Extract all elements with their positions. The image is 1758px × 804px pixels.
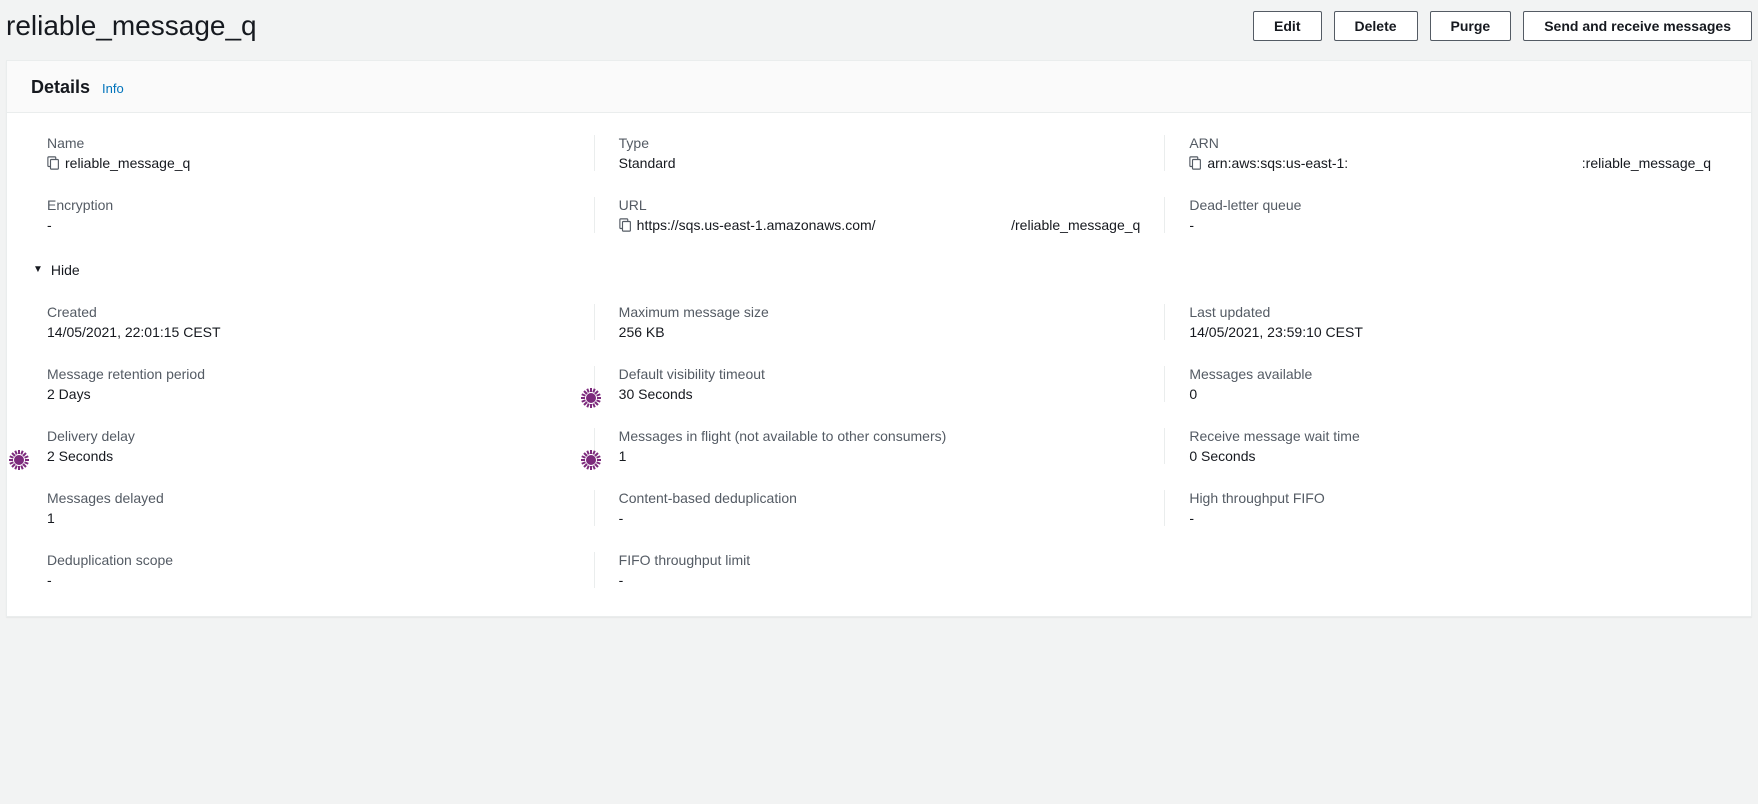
field-label: Messages delayed: [47, 490, 570, 506]
field-label: Message retention period: [47, 366, 570, 382]
purge-button[interactable]: Purge: [1430, 11, 1512, 41]
toggle-row: ▼ Hide: [23, 259, 1735, 278]
hide-toggle[interactable]: ▼ Hide: [33, 262, 80, 278]
field-label: Deduplication scope: [47, 552, 570, 568]
field-in-flight: Messages in flight (not available to oth…: [594, 428, 1165, 464]
field-encryption: Encryption -: [23, 197, 594, 233]
field-value: -: [47, 217, 570, 233]
field-visibility-timeout: Default visibility timeout 30 Seconds: [594, 366, 1165, 402]
field-name: Name reliable_message_q: [23, 135, 594, 171]
field-fifo-limit: FIFO throughput limit -: [594, 552, 1165, 588]
field-value: https://sqs.us-east-1.amazonaws.com/ /re…: [619, 217, 1141, 233]
field-label: Name: [47, 135, 570, 151]
page-title: reliable_message_q: [6, 10, 257, 42]
details-panel: Details Info Name reliable_message_q Typ…: [6, 60, 1752, 617]
field-label: URL: [619, 197, 1141, 213]
field-label: Encryption: [47, 197, 570, 213]
details-panel-header: Details Info: [7, 61, 1751, 113]
edit-button[interactable]: Edit: [1253, 11, 1321, 41]
toggle-label: Hide: [51, 262, 80, 278]
field-arn: ARN arn:aws:sqs:us-east-1: :reliable_mes…: [1164, 135, 1735, 171]
field-value: 14/05/2021, 23:59:10 CEST: [1189, 324, 1711, 340]
copy-icon[interactable]: [619, 218, 633, 232]
highlight-badge-icon: [581, 388, 601, 408]
highlight-badge-icon: [9, 450, 29, 470]
field-label: Default visibility timeout: [619, 366, 1141, 382]
field-value: 2 Days: [47, 386, 570, 402]
field-label: Messages available: [1189, 366, 1711, 382]
field-url: URL https://sqs.us-east-1.amazonaws.com/…: [594, 197, 1165, 233]
value-text: reliable_message_q: [65, 155, 190, 171]
field-label: Receive message wait time: [1189, 428, 1711, 444]
field-value: -: [619, 510, 1141, 526]
field-label: Content-based deduplication: [619, 490, 1141, 506]
field-value: -: [1189, 510, 1711, 526]
field-label: Messages in flight (not available to oth…: [619, 428, 1141, 444]
field-value: -: [619, 572, 1141, 588]
field-value: Standard: [619, 155, 1141, 171]
details-body: Name reliable_message_q Type Standard AR…: [7, 113, 1751, 616]
field-label: Type: [619, 135, 1141, 151]
field-msgs-delayed: Messages delayed 1: [23, 490, 594, 526]
details-grid: Name reliable_message_q Type Standard AR…: [23, 135, 1735, 588]
field-value: 256 KB: [619, 324, 1141, 340]
field-value: 30 Seconds: [619, 386, 1141, 402]
field-msgs-available: Messages available 0: [1164, 366, 1735, 402]
field-label: Maximum message size: [619, 304, 1141, 320]
delete-button[interactable]: Delete: [1334, 11, 1418, 41]
field-value: 0: [1189, 386, 1711, 402]
field-value: 2 Seconds: [47, 448, 570, 464]
highlight-badge-icon: [581, 450, 601, 470]
field-type: Type Standard: [594, 135, 1165, 171]
field-dlq: Dead-letter queue -: [1164, 197, 1735, 233]
copy-icon[interactable]: [47, 156, 61, 170]
field-value: arn:aws:sqs:us-east-1: :reliable_message…: [1189, 155, 1711, 171]
field-max-msg-size: Maximum message size 256 KB: [594, 304, 1165, 340]
field-value: 1: [619, 448, 1141, 464]
field-value: 14/05/2021, 22:01:15 CEST: [47, 324, 570, 340]
value-text-prefix: arn:aws:sqs:us-east-1:: [1207, 155, 1348, 171]
field-label: High throughput FIFO: [1189, 490, 1711, 506]
field-label: FIFO throughput limit: [619, 552, 1141, 568]
field-value: reliable_message_q: [47, 155, 570, 171]
details-title: Details: [31, 77, 90, 98]
field-empty: [1164, 552, 1735, 588]
field-value: 0 Seconds: [1189, 448, 1711, 464]
action-bar: Edit Delete Purge Send and receive messa…: [1253, 11, 1752, 41]
field-label: ARN: [1189, 135, 1711, 151]
field-receive-wait: Receive message wait time 0 Seconds: [1164, 428, 1735, 464]
chevron-down-icon: ▼: [33, 265, 43, 275]
page-header: reliable_message_q Edit Delete Purge Sen…: [0, 0, 1758, 60]
value-text-prefix: https://sqs.us-east-1.amazonaws.com/: [637, 217, 876, 233]
field-value: 1: [47, 510, 570, 526]
field-retention: Message retention period 2 Days: [23, 366, 594, 402]
copy-icon[interactable]: [1189, 156, 1203, 170]
field-last-updated: Last updated 14/05/2021, 23:59:10 CEST: [1164, 304, 1735, 340]
field-high-throughput: High throughput FIFO -: [1164, 490, 1735, 526]
field-label: Last updated: [1189, 304, 1711, 320]
field-delivery-delay: Delivery delay 2 Seconds: [23, 428, 594, 464]
field-label: Created: [47, 304, 570, 320]
field-value: -: [1189, 217, 1711, 233]
value-text-suffix: :reliable_message_q: [1582, 155, 1711, 171]
send-receive-button[interactable]: Send and receive messages: [1523, 11, 1752, 41]
info-link[interactable]: Info: [102, 81, 124, 96]
field-label: Dead-letter queue: [1189, 197, 1711, 213]
field-created: Created 14/05/2021, 22:01:15 CEST: [23, 304, 594, 340]
field-content-dedup: Content-based deduplication -: [594, 490, 1165, 526]
field-label: Delivery delay: [47, 428, 570, 444]
field-value: -: [47, 572, 570, 588]
field-dedup-scope: Deduplication scope -: [23, 552, 594, 588]
value-text-suffix: /reliable_message_q: [1011, 217, 1140, 233]
